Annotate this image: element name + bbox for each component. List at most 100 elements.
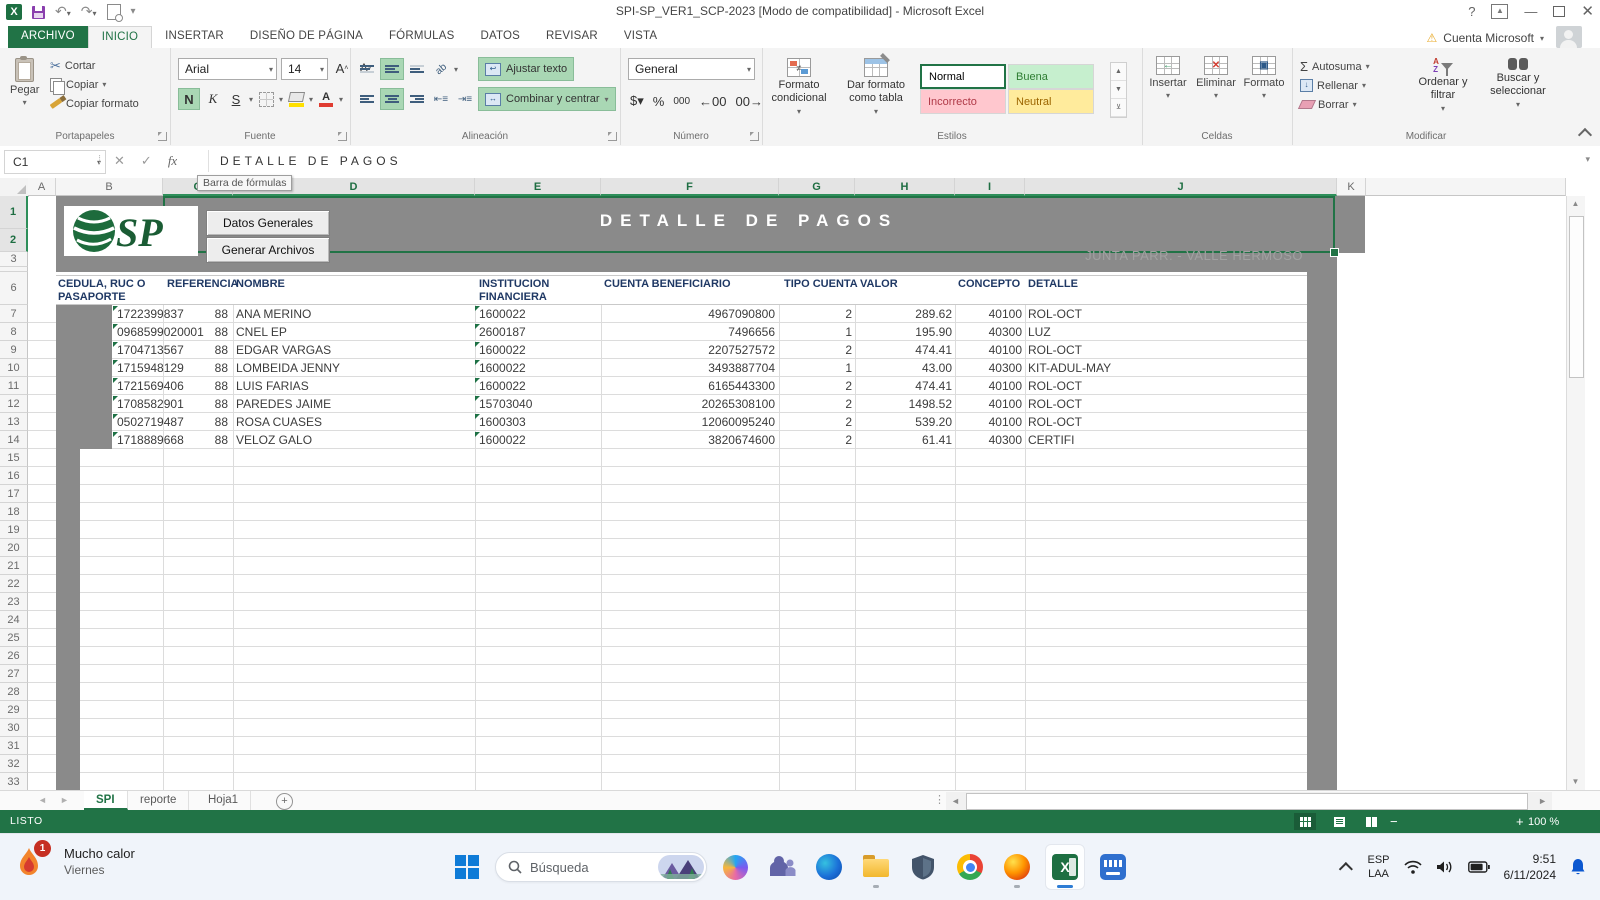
style-normal[interactable]: Normal <box>920 64 1006 89</box>
expand-formula-bar-icon[interactable]: ▾ <box>1585 154 1590 165</box>
cell[interactable]: 1600022 <box>479 359 526 377</box>
borders-icon[interactable] <box>256 89 276 109</box>
font-size-select[interactable]: 14▾ <box>281 58 328 80</box>
collapse-ribbon-icon[interactable] <box>1578 128 1592 142</box>
align-left-icon[interactable] <box>356 89 378 109</box>
cell[interactable]: 2600187 <box>479 323 526 341</box>
table-header-row[interactable]: CEDULA, RUC O PASAPORTEREFERENCIANOMBREI… <box>56 275 1307 305</box>
row-header-19[interactable]: 19 <box>0 521 28 539</box>
tab-archivo[interactable]: ARCHIVO <box>8 26 88 48</box>
style-buena[interactable]: Buena <box>1008 64 1094 89</box>
cell[interactable]: CNEL EP <box>236 323 287 341</box>
cell[interactable]: EDGAR VARGAS <box>236 341 331 359</box>
format-cells-button[interactable]: ▣ Formato▾ <box>1240 56 1288 100</box>
keyboard-app-icon[interactable] <box>1094 845 1132 889</box>
row-header-15[interactable]: 15 <box>0 449 28 467</box>
cell[interactable]: 88 <box>78 395 228 413</box>
normal-view-icon[interactable] <box>1294 813 1316 830</box>
page-layout-view-icon[interactable] <box>1328 813 1350 830</box>
security-app-icon[interactable] <box>904 845 942 889</box>
horizontal-scroll-thumb[interactable] <box>966 793 1528 810</box>
table-row[interactable]: 172239983788ANA MERINO160002249670908002… <box>0 305 1340 323</box>
cell[interactable]: 1600022 <box>479 431 526 449</box>
cell[interactable]: 1600022 <box>479 305 526 323</box>
teams-app-icon[interactable] <box>763 845 801 889</box>
row-header-2[interactable]: 2 <box>0 229 28 252</box>
orientation-icon[interactable]: ab <box>426 54 456 83</box>
merge-center-button[interactable]: ↔ Combinar y centrar▾ <box>478 87 616 111</box>
sheet-tab-hoja1[interactable]: Hoja1 <box>196 791 251 810</box>
align-middle-icon[interactable] <box>380 58 404 80</box>
horizontal-scrollbar[interactable]: ◄ ► <box>946 792 1552 810</box>
copy-button[interactable]: Copiar▾ <box>50 75 139 94</box>
worksheet[interactable]: ABCDEFGHIJK 1236789101112131415161718192… <box>0 177 1600 790</box>
copilot-app-icon[interactable] <box>716 845 754 889</box>
decrease-indent-icon[interactable]: ⇤≡ <box>430 89 452 109</box>
decrease-decimal-button[interactable]: 00→ <box>735 97 762 106</box>
tab-datos[interactable]: DATOS <box>467 26 533 48</box>
enter-icon[interactable]: ✓ <box>141 153 152 169</box>
avatar[interactable] <box>1556 26 1582 48</box>
cell[interactable]: 40100 <box>872 341 1022 359</box>
cell[interactable]: 40100 <box>872 413 1022 431</box>
row-header-28[interactable]: 28 <box>0 683 28 701</box>
font-color-icon[interactable]: A <box>316 89 336 109</box>
cell[interactable]: CERTIFI <box>1028 431 1074 449</box>
tray-expand-icon[interactable] <box>1339 862 1353 876</box>
column-header-F[interactable]: F <box>601 178 779 196</box>
gallery-expand-icon[interactable]: ⊻ <box>1111 99 1126 117</box>
row-header-27[interactable]: 27 <box>0 665 28 683</box>
cell[interactable]: 15703040 <box>479 395 532 413</box>
row-header-29[interactable]: 29 <box>0 701 28 719</box>
font-name-select[interactable]: Arial▾ <box>178 58 277 80</box>
page-break-view-icon[interactable] <box>1360 813 1382 830</box>
insert-cells-button[interactable]: ← Insertar▾ <box>1144 56 1192 100</box>
scroll-right-icon[interactable]: ► <box>1538 796 1547 806</box>
cell[interactable]: PAREDES JAIME <box>236 395 331 413</box>
row-header-21[interactable]: 21 <box>0 557 28 575</box>
table-row[interactable]: 170471356788EDGAR VARGAS1600022220752757… <box>0 341 1340 359</box>
increase-indent-icon[interactable]: ⇥≡ <box>454 89 476 109</box>
zoom-in-icon[interactable]: + <box>1516 814 1524 829</box>
clock[interactable]: 9:516/11/2024 <box>1504 851 1557 883</box>
row-header-1[interactable]: 1 <box>0 196 28 229</box>
scroll-left-icon[interactable]: ◄ <box>951 796 960 806</box>
column-header-E[interactable]: E <box>475 178 601 196</box>
number-format-select[interactable]: General▾ <box>628 58 755 80</box>
row-header-25[interactable]: 25 <box>0 629 28 647</box>
table-row[interactable]: 050271948788ROSA CUASES16003031206009524… <box>0 413 1340 431</box>
currency-button[interactable]: $▾ <box>630 93 644 109</box>
row-header-18[interactable]: 18 <box>0 503 28 521</box>
scroll-down-icon[interactable]: ▼ <box>1111 81 1126 99</box>
excel-taskbar-icon[interactable]: X <box>1045 844 1085 890</box>
sort-filter-button[interactable]: AZ Ordenar y filtrar▾ <box>1410 58 1476 113</box>
cell[interactable]: 1600022 <box>479 377 526 395</box>
tab-vista[interactable]: VISTA <box>611 26 670 48</box>
zoom-level[interactable]: 100 % <box>1528 816 1559 828</box>
row-header-24[interactable]: 24 <box>0 611 28 629</box>
next-sheet-icon[interactable]: ► <box>60 795 69 805</box>
style-neutral[interactable]: Neutral <box>1008 89 1094 114</box>
cell[interactable]: ROL-OCT <box>1028 305 1082 323</box>
volume-icon[interactable] <box>1436 860 1454 874</box>
cell[interactable]: ANA MERINO <box>236 305 311 323</box>
ribbon-display-options-icon[interactable]: ▲ <box>1491 4 1508 19</box>
row-header-3[interactable]: 3 <box>0 252 28 267</box>
minimize-icon[interactable]: — <box>1524 4 1537 19</box>
row-header-33[interactable]: 33 <box>0 773 28 790</box>
cell[interactable]: VELOZ GALO <box>236 431 312 449</box>
wifi-icon[interactable] <box>1404 860 1422 874</box>
cell[interactable]: 40100 <box>872 377 1022 395</box>
tab-splitter[interactable]: ⋮ <box>934 793 945 806</box>
vertical-scrollbar[interactable]: ▲ ▼ <box>1566 196 1585 790</box>
sheet-tab-spi[interactable]: SPI <box>84 791 128 810</box>
align-right-icon[interactable] <box>406 89 428 109</box>
row-header-23[interactable]: 23 <box>0 593 28 611</box>
column-header-A[interactable]: A <box>28 178 56 196</box>
cell[interactable]: KIT-ADUL-MAY <box>1028 359 1111 377</box>
cell[interactable]: 88 <box>78 323 228 341</box>
underline-button[interactable]: S <box>226 89 246 109</box>
row-header-26[interactable]: 26 <box>0 647 28 665</box>
cell[interactable]: LUIS FARIAS <box>236 377 309 395</box>
cell[interactable]: 40300 <box>872 359 1022 377</box>
